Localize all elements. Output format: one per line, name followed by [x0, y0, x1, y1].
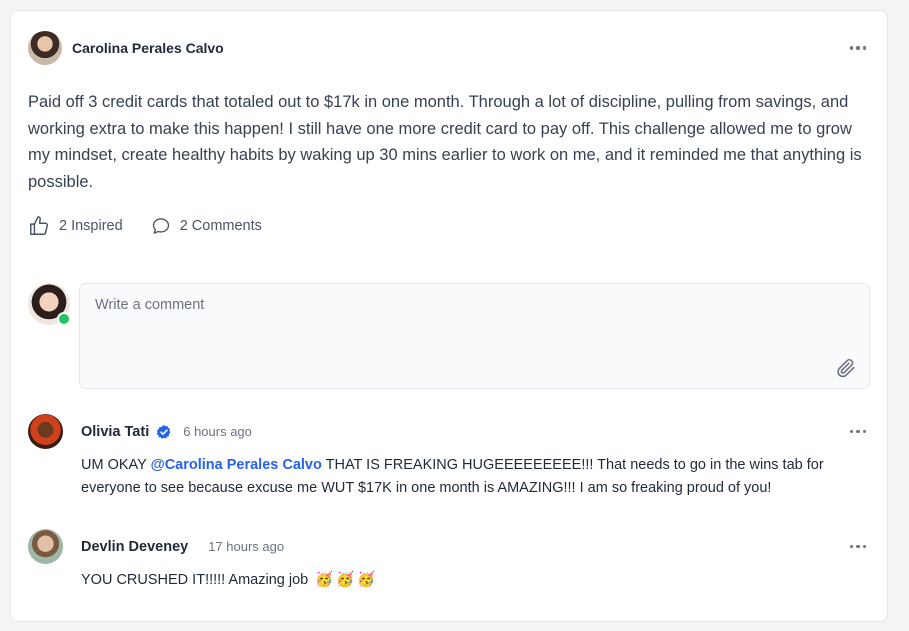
comment-text: YOU CRUSHED IT!!!!! Amazing job [81, 572, 309, 588]
comment-composer [28, 283, 870, 389]
comment-input[interactable] [93, 296, 797, 314]
party-face-emoji: 🥳 [336, 572, 355, 588]
avatar[interactable] [28, 414, 63, 449]
verified-badge-icon [156, 424, 171, 439]
inspired-count: 2 Inspired [59, 218, 123, 234]
comment-input-box[interactable] [79, 283, 870, 389]
post-more-options-icon[interactable] [846, 40, 870, 56]
post-body-text: Paid off 3 credit cards that totaled out… [28, 93, 862, 191]
user-mention-link[interactable]: @Carolina Perales Calvo [151, 457, 322, 473]
comment-author-name[interactable]: Olivia Tati [81, 424, 149, 440]
post-actions: 2 Inspired 2 Comments [28, 215, 262, 237]
post-author-name[interactable]: Carolina Perales Calvo [72, 40, 224, 56]
comment-more-options-icon[interactable] [846, 539, 870, 555]
comment-more-options-icon[interactable] [846, 424, 870, 440]
inspired-button[interactable]: 2 Inspired [28, 215, 123, 237]
comment-author-name[interactable]: Devlin Deveney [81, 539, 188, 555]
online-status-indicator [57, 312, 71, 326]
chat-bubble-icon [152, 218, 169, 234]
party-face-emoji: 🥳 [357, 572, 376, 588]
comment-header: Devlin Deveney 17 hours ago [28, 529, 870, 564]
post-card: Carolina Perales Calvo Paid off 3 credit… [10, 10, 888, 622]
comment-body: YOU CRUSHED IT!!!!! Amazing job 🥳 🥳 🥳 [81, 569, 871, 592]
comments-count: 2 Comments [179, 218, 262, 234]
paperclip-icon[interactable] [835, 357, 857, 379]
comments-button[interactable]: 2 Comments [151, 216, 262, 236]
comment-item: Devlin Deveney 17 hours ago YOU CRUSHED … [28, 529, 870, 599]
comment-timestamp: 17 hours ago [208, 539, 285, 554]
comment-item: Olivia Tati 6 hours ago UM OKAY @Carolin… [28, 414, 870, 504]
post-header: Carolina Perales Calvo [28, 31, 870, 65]
thumbs-up-icon [30, 216, 49, 235]
comment-header: Olivia Tati 6 hours ago [28, 414, 870, 449]
comment-body: UM OKAY @Carolina Perales Calvo THAT IS … [81, 454, 871, 500]
comment-timestamp: 6 hours ago [183, 424, 252, 439]
party-face-emoji: 🥳 [315, 572, 334, 588]
avatar[interactable] [28, 529, 63, 564]
avatar[interactable] [28, 31, 62, 65]
comment-text: UM OKAY [81, 457, 151, 473]
